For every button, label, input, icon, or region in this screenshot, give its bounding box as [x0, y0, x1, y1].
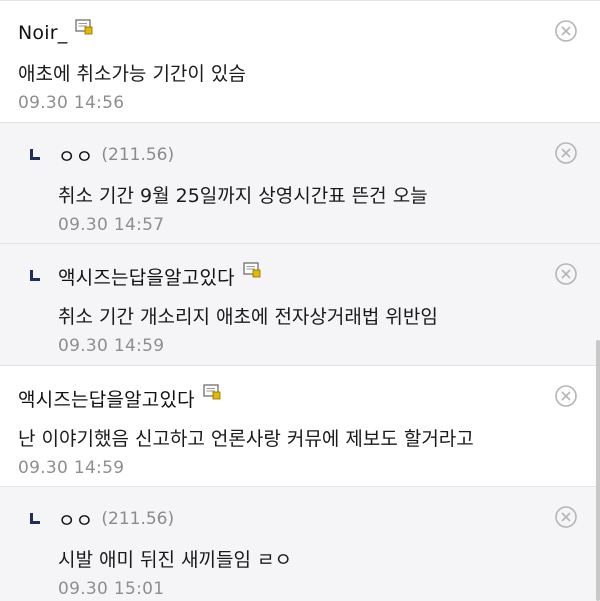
comment-body: 애초에 취소가능 기간이 있슴 — [18, 63, 246, 85]
close-circle-icon — [555, 385, 577, 407]
close-circle-icon — [555, 20, 577, 42]
delete-button[interactable] — [554, 141, 578, 165]
comment-header: 액시즈는답을알고있다 — [18, 383, 222, 412]
comment-timestamp: 09.30 14:56 — [18, 93, 125, 113]
reply-header: 액시즈는답을알고있다 — [28, 261, 262, 290]
reply-ip: (211.56) — [101, 509, 175, 529]
reply-timestamp: 09.30 14:59 — [58, 336, 165, 356]
comment-header: Noir_ — [18, 18, 94, 47]
delete-button[interactable] — [554, 505, 578, 529]
delete-button[interactable] — [554, 19, 578, 43]
scrollbar[interactable] — [596, 340, 600, 601]
reply-arrow-icon — [28, 148, 40, 162]
close-circle-icon — [555, 263, 577, 285]
reply-arrow-icon — [28, 269, 40, 283]
comment-item: Noir_ 애초에 취소가능 기간이 있슴 09.30 14:56 — [0, 0, 600, 123]
reply-author[interactable]: ㅇㅇ — [58, 142, 93, 169]
memo-icon — [243, 261, 262, 279]
comment-author[interactable]: Noir_ — [18, 22, 67, 44]
reply-item: ㅇㅇ (211.56) 취소 기간 9월 25일까지 상영시간표 뜬건 오늘 0… — [0, 123, 600, 244]
reply-timestamp: 09.30 14:57 — [58, 215, 165, 235]
reply-item: 액시즈는답을알고있다 취소 기간 개소리지 애초에 전자상거래법 위반임 09.… — [0, 244, 600, 366]
memo-icon — [203, 383, 222, 401]
comment-body: 난 이야기했음 신고하고 언론사랑 커뮤에 제보도 할거라고 — [18, 428, 474, 450]
reply-body: 취소 기간 개소리지 애초에 전자상거래법 위반임 — [58, 306, 438, 328]
reply-body: 시발 애미 뒤진 새끼들임 ㄹㅇ — [58, 549, 292, 571]
close-circle-icon — [555, 506, 577, 528]
reply-item: ㅇㅇ (211.56) 시발 애미 뒤진 새끼들임 ㄹㅇ 09.30 15:01 — [0, 487, 600, 601]
comment-list: Noir_ 애초에 취소가능 기간이 있슴 09.30 14:56 ㅇㅇ (21… — [0, 0, 600, 601]
reply-author[interactable]: 액시즈는답을알고있다 — [58, 263, 235, 290]
memo-icon — [75, 18, 94, 36]
comment-author[interactable]: 액시즈는답을알고있다 — [18, 385, 195, 412]
reply-header: ㅇㅇ (211.56) — [28, 141, 174, 169]
comment-timestamp: 09.30 14:59 — [18, 458, 125, 478]
reply-arrow-icon — [28, 512, 40, 526]
reply-author[interactable]: ㅇㅇ — [58, 506, 93, 533]
delete-button[interactable] — [554, 262, 578, 286]
reply-ip: (211.56) — [101, 145, 175, 165]
delete-button[interactable] — [554, 384, 578, 408]
comment-item: 액시즈는답을알고있다 난 이야기했음 신고하고 언론사랑 커뮤에 제보도 할거라… — [0, 366, 600, 487]
reply-timestamp: 09.30 15:01 — [58, 579, 165, 599]
reply-header: ㅇㅇ (211.56) — [28, 505, 174, 533]
reply-body: 취소 기간 9월 25일까지 상영시간표 뜬건 오늘 — [58, 185, 428, 207]
close-circle-icon — [555, 142, 577, 164]
